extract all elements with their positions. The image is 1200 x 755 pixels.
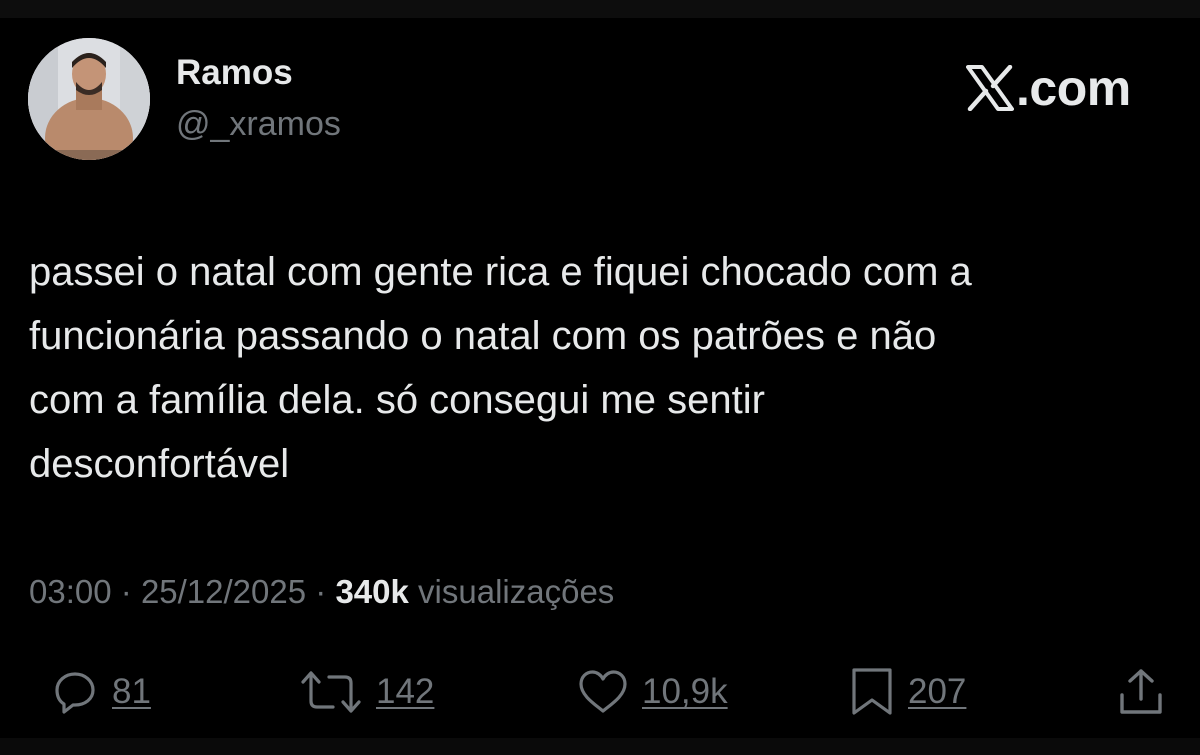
tweet-line: desconfortável [29, 442, 290, 486]
repost-icon [301, 671, 361, 713]
brand-domain-text: .com [1016, 60, 1131, 116]
user-handle[interactable]: @_xramos [176, 104, 341, 144]
like-button[interactable]: 10,9k [578, 660, 728, 724]
bookmark-count: 207 [908, 672, 967, 711]
reply-button[interactable]: 81 [52, 660, 151, 724]
tweet-metadata: 03:00 · 25/12/2025 · 340k visualizações [29, 572, 614, 612]
x-logo-icon [966, 65, 1014, 111]
avatar[interactable] [28, 38, 150, 160]
bookmark-button[interactable]: 207 [850, 660, 966, 724]
repost-button[interactable]: 142 [300, 660, 434, 724]
heart-icon [579, 670, 627, 713]
brand-watermark: .com [966, 62, 1131, 114]
reply-count: 81 [112, 672, 151, 711]
views-count: 340k [335, 573, 409, 610]
share-button[interactable] [1118, 660, 1164, 724]
views-label: visualizações [418, 573, 615, 610]
tweet-line: com a família dela. só consegui me senti… [29, 378, 765, 422]
action-bar: 81 142 10,9k 207 [0, 660, 1200, 724]
repost-count: 142 [376, 672, 435, 711]
profile-photo [28, 38, 150, 160]
reply-icon [55, 672, 95, 714]
separator: · [315, 573, 327, 610]
top-edge [0, 0, 1200, 18]
share-icon [1120, 669, 1162, 714]
separator: · [120, 573, 132, 610]
tweet-date[interactable]: 25/12/2025 [141, 573, 306, 610]
tweet-time[interactable]: 03:00 [29, 573, 112, 610]
bookmark-icon [852, 668, 892, 715]
tweet-line: passei o natal com gente rica e fiquei c… [29, 250, 972, 294]
bottom-edge [0, 738, 1200, 755]
tweet-text: passei o natal com gente rica e fiquei c… [29, 240, 1179, 496]
tweet-line: funcionária passando o natal com os patr… [29, 314, 937, 358]
like-count: 10,9k [642, 672, 728, 711]
display-name[interactable]: Ramos [176, 52, 293, 94]
